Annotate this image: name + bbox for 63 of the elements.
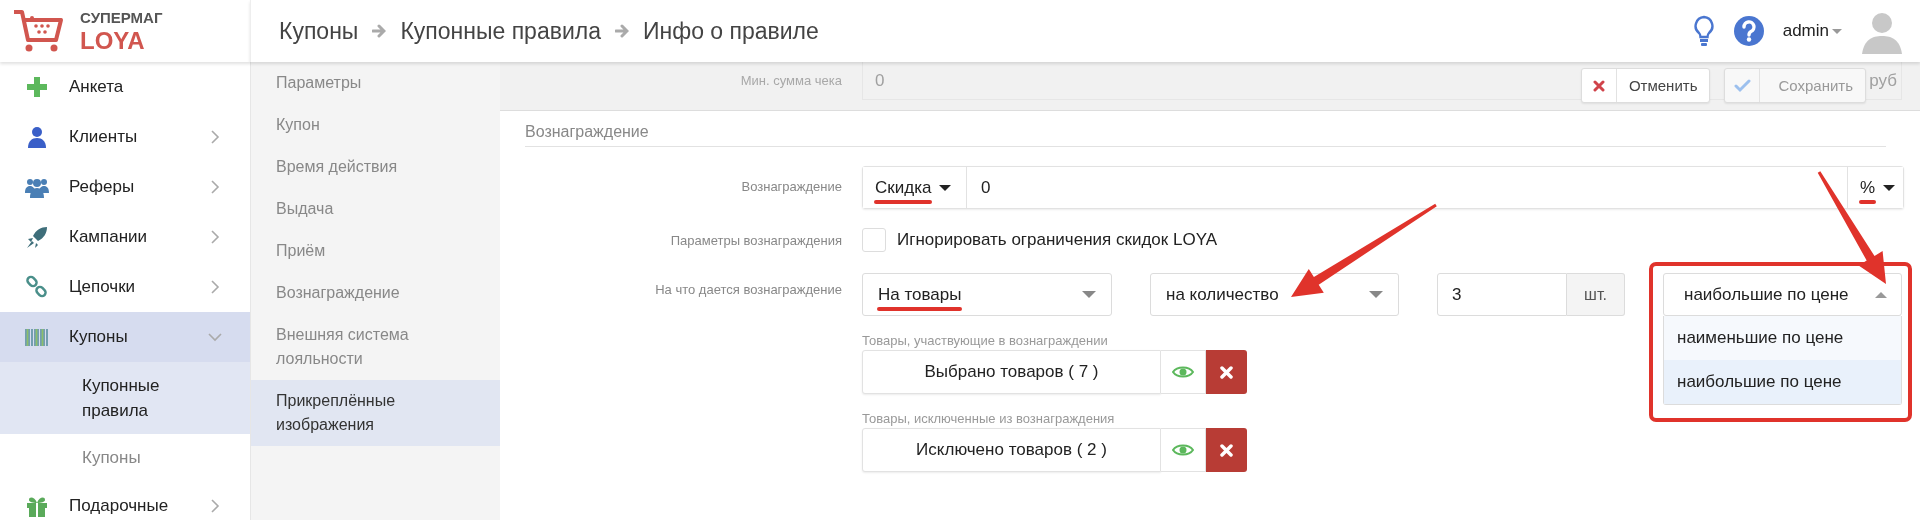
- rocket-icon: [25, 225, 49, 249]
- help-icon[interactable]: [1732, 15, 1765, 47]
- target-select[interactable]: На товары: [862, 273, 1112, 316]
- field-label: Мин. сумма чека: [739, 72, 842, 90]
- sidebar-item[interactable]: Цепочки: [0, 262, 250, 312]
- person-icon: [25, 125, 49, 149]
- view-button[interactable]: [1161, 350, 1206, 394]
- cancel-button[interactable]: Отменить: [1580, 68, 1711, 103]
- delete-button[interactable]: [1206, 350, 1247, 394]
- sidebar-subitem[interactable]: Купоны: [0, 434, 250, 481]
- caret-icon: [1883, 184, 1896, 191]
- sidebar-item[interactable]: Кампании: [0, 212, 250, 262]
- dropdown-option[interactable]: наименьшие по цене: [1664, 316, 1901, 360]
- chain-icon: [25, 275, 49, 299]
- checkbox[interactable]: [862, 228, 886, 252]
- cart-icon: [12, 8, 64, 54]
- lightbulb-icon[interactable]: [1692, 15, 1715, 47]
- section-link[interactable]: Прикреплённые изображения: [251, 380, 500, 446]
- breadcrumb-link[interactable]: Купонные правила: [400, 17, 601, 45]
- quantity-input[interactable]: 3: [1437, 273, 1567, 316]
- section-title: Вознаграждение: [525, 122, 650, 142]
- caret-icon: [1369, 291, 1383, 298]
- products-button[interactable]: Выбрано товаров ( 7 ): [862, 350, 1161, 394]
- unit-label: шт.: [1567, 273, 1625, 316]
- caret-icon: [1082, 291, 1096, 298]
- sidebar-item[interactable]: Купоны: [0, 312, 250, 362]
- sidebar-subitem[interactable]: Купонные правила: [0, 362, 250, 434]
- eye-icon: [1172, 442, 1194, 458]
- logo-wordmark: LOYA: [80, 28, 146, 53]
- plus-icon: [25, 75, 49, 99]
- sidebar-item[interactable]: Клиенты: [0, 112, 250, 162]
- field-label: Параметры вознаграждения: [669, 232, 842, 248]
- breadcrumb-link[interactable]: Купоны: [279, 17, 359, 45]
- order-select[interactable]: наибольшие по цене: [1663, 273, 1902, 316]
- field-label: На что дается вознаграждение: [654, 281, 842, 297]
- caret-icon: [1832, 28, 1842, 34]
- eye-icon: [1172, 364, 1194, 380]
- view-button[interactable]: [1161, 428, 1206, 472]
- arrow-right-icon: [614, 24, 629, 38]
- close-icon: [1592, 79, 1605, 92]
- value-input[interactable]: 0: [967, 167, 1847, 208]
- sidebar-item[interactable]: Реферы: [0, 162, 250, 212]
- group-caption: Товары, участвующие в вознаграждении: [862, 332, 1108, 350]
- delete-button[interactable]: [1206, 428, 1247, 472]
- close-icon: [1220, 443, 1233, 457]
- arrow-right-icon: [372, 24, 387, 38]
- sidebar-item[interactable]: Анкета: [0, 62, 250, 112]
- type-dropdown[interactable]: Скидка: [863, 167, 967, 208]
- check-icon: [1733, 78, 1751, 93]
- unit-dropdown[interactable]: %: [1847, 167, 1903, 208]
- checkbox-label: Игнорировать ограничения скидок LOYA: [897, 230, 1218, 250]
- user-menu[interactable]: admin: [1782, 21, 1842, 41]
- logo-text: СУПЕРМАГ: [80, 9, 163, 25]
- sidebar-item[interactable]: Подарочные: [0, 481, 250, 520]
- products-button[interactable]: Исключено товаров ( 2 ): [862, 428, 1161, 472]
- unit-label: руб: [1869, 70, 1897, 91]
- caret-icon: [939, 184, 952, 191]
- close-icon: [1220, 365, 1233, 379]
- basis-select[interactable]: на количество: [1150, 273, 1399, 316]
- page-title: Инфо о правиле: [642, 17, 819, 45]
- field-label: Вознаграждение: [740, 178, 842, 194]
- group-caption: Товары, исключенные из вознаграждения: [862, 410, 1115, 428]
- dropdown-option[interactable]: наибольшие по цене: [1664, 360, 1901, 404]
